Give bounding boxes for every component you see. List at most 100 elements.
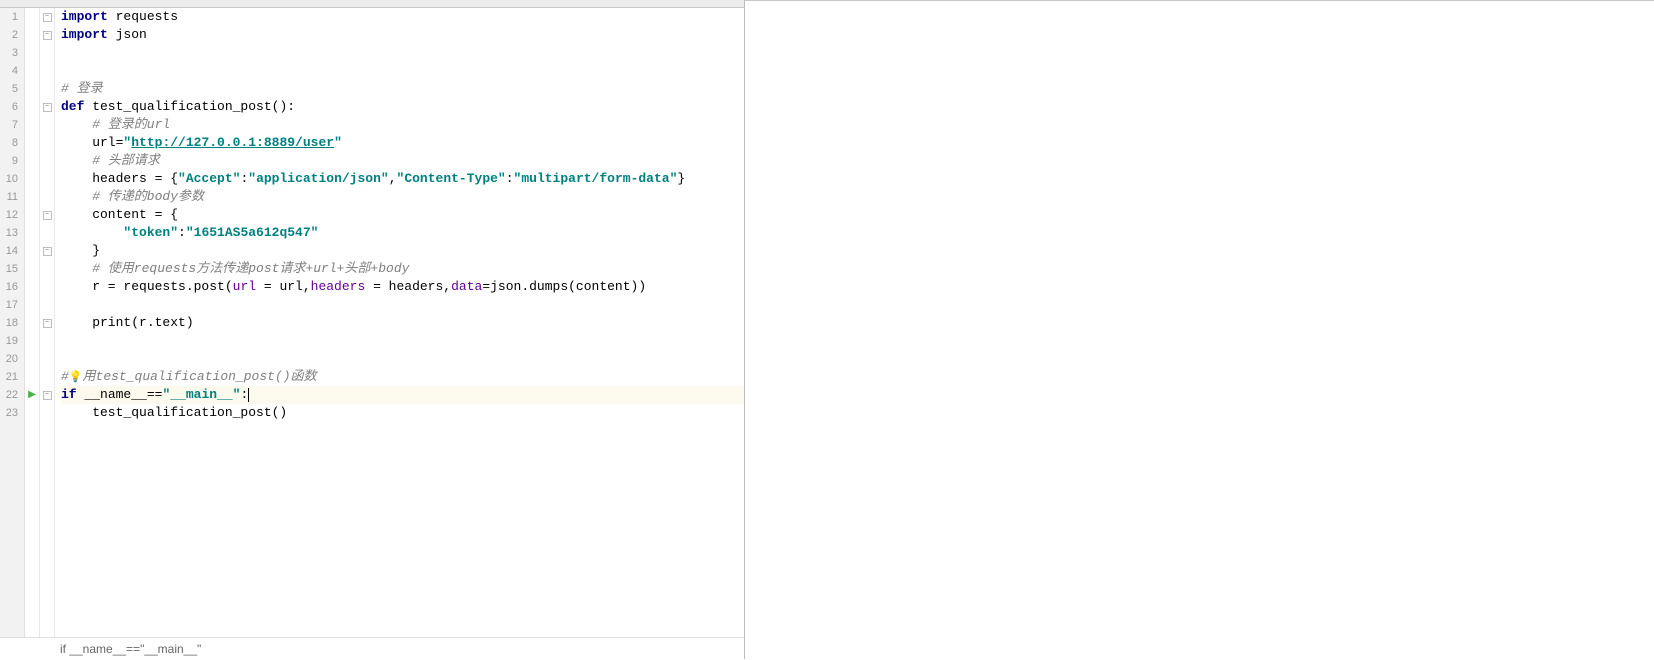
intention-bulb-icon[interactable]: 💡: [69, 372, 83, 384]
fold-toggle-icon[interactable]: −: [40, 314, 54, 332]
line-number[interactable]: 5: [0, 80, 18, 98]
annotation-cell[interactable]: [25, 116, 39, 134]
annotation-cell[interactable]: [25, 404, 39, 422]
line-number[interactable]: 18: [0, 314, 18, 332]
fold-cell[interactable]: [40, 260, 54, 278]
code-line[interactable]: test_qualification_post(): [61, 404, 744, 422]
fold-cell[interactable]: [40, 296, 54, 314]
fold-cell[interactable]: [40, 224, 54, 242]
breadcrumb-bar[interactable]: if __name__=="__main__": [0, 637, 744, 659]
code-area[interactable]: 1234567891011121314151617181920212223 ▶ …: [0, 8, 744, 637]
fold-cell[interactable]: [40, 80, 54, 98]
line-number[interactable]: 3: [0, 44, 18, 62]
fold-toggle-icon[interactable]: −: [40, 386, 54, 404]
line-number[interactable]: 22: [0, 386, 18, 404]
fold-cell[interactable]: [40, 332, 54, 350]
line-number[interactable]: 6: [0, 98, 18, 116]
line-number[interactable]: 1: [0, 8, 18, 26]
line-number[interactable]: 21: [0, 368, 18, 386]
code-line[interactable]: # 使用requests方法传递post请求+url+头部+body: [61, 260, 744, 278]
line-number[interactable]: 17: [0, 296, 18, 314]
code-line[interactable]: [61, 296, 744, 314]
fold-toggle-icon[interactable]: −: [40, 242, 54, 260]
folding-column[interactable]: −−−−−−−: [40, 8, 55, 637]
right-editor-pane[interactable]: [745, 0, 1654, 659]
line-number[interactable]: 20: [0, 350, 18, 368]
annotation-cell[interactable]: [25, 62, 39, 80]
annotation-cell[interactable]: [25, 134, 39, 152]
code-line[interactable]: r = requests.post(url = url,headers = he…: [61, 278, 744, 296]
line-number[interactable]: 12: [0, 206, 18, 224]
annotation-cell[interactable]: [25, 206, 39, 224]
annotation-cell[interactable]: [25, 368, 39, 386]
code-line[interactable]: [61, 332, 744, 350]
fold-cell[interactable]: [40, 188, 54, 206]
fold-toggle-icon[interactable]: −: [40, 26, 54, 44]
code-line[interactable]: # 登录: [61, 80, 744, 98]
annotation-cell[interactable]: [25, 188, 39, 206]
annotation-cell[interactable]: [25, 278, 39, 296]
line-number[interactable]: 9: [0, 152, 18, 170]
line-number[interactable]: 2: [0, 26, 18, 44]
fold-cell[interactable]: [40, 278, 54, 296]
line-number[interactable]: 7: [0, 116, 18, 134]
annotation-cell[interactable]: [25, 152, 39, 170]
line-number[interactable]: 10: [0, 170, 18, 188]
annotation-cell[interactable]: [25, 8, 39, 26]
annotation-cell[interactable]: [25, 242, 39, 260]
annotation-cell[interactable]: [25, 296, 39, 314]
code-line[interactable]: [61, 62, 744, 80]
fold-toggle-icon[interactable]: −: [40, 98, 54, 116]
line-number[interactable]: 16: [0, 278, 18, 296]
line-number[interactable]: 8: [0, 134, 18, 152]
tab-bar[interactable]: [0, 0, 744, 8]
line-number[interactable]: 23: [0, 404, 18, 422]
fold-toggle-icon[interactable]: −: [40, 8, 54, 26]
code-line[interactable]: import requests: [61, 8, 744, 26]
code-line[interactable]: #💡用test_qualification_post()函数: [61, 368, 744, 386]
annotation-cell[interactable]: [25, 314, 39, 332]
code-line[interactable]: print(r.text): [61, 314, 744, 332]
fold-cell[interactable]: [40, 170, 54, 188]
annotation-cell[interactable]: [25, 26, 39, 44]
annotation-cell[interactable]: [25, 260, 39, 278]
annotation-cell[interactable]: [25, 44, 39, 62]
fold-cell[interactable]: [40, 62, 54, 80]
code-line[interactable]: url="http://127.0.0.1:8889/user": [61, 134, 744, 152]
fold-cell[interactable]: [40, 116, 54, 134]
code-line[interactable]: import json: [61, 26, 744, 44]
annotation-cell[interactable]: [25, 98, 39, 116]
code-text-area[interactable]: import requestsimport json # 登录def test_q…: [55, 8, 744, 637]
line-number[interactable]: 14: [0, 242, 18, 260]
line-number[interactable]: 19: [0, 332, 18, 350]
annotation-cell[interactable]: [25, 224, 39, 242]
line-number[interactable]: 15: [0, 260, 18, 278]
fold-cell[interactable]: [40, 368, 54, 386]
code-line[interactable]: headers = {"Accept":"application/json","…: [61, 170, 744, 188]
annotation-cell[interactable]: [25, 80, 39, 98]
fold-toggle-icon[interactable]: −: [40, 206, 54, 224]
code-line[interactable]: [61, 44, 744, 62]
code-line[interactable]: "token":"1651AS5a612q547": [61, 224, 744, 242]
fold-cell[interactable]: [40, 152, 54, 170]
code-line[interactable]: if __name__=="__main__":: [61, 386, 744, 404]
fold-cell[interactable]: [40, 404, 54, 422]
line-number-gutter[interactable]: 1234567891011121314151617181920212223: [0, 8, 25, 637]
code-line[interactable]: content = {: [61, 206, 744, 224]
line-number[interactable]: 13: [0, 224, 18, 242]
fold-cell[interactable]: [40, 134, 54, 152]
fold-cell[interactable]: [40, 44, 54, 62]
annotation-cell[interactable]: [25, 332, 39, 350]
fold-cell[interactable]: [40, 350, 54, 368]
line-number[interactable]: 4: [0, 62, 18, 80]
code-line[interactable]: # 登录的url: [61, 116, 744, 134]
line-number[interactable]: 11: [0, 188, 18, 206]
annotation-cell[interactable]: [25, 350, 39, 368]
annotation-cell[interactable]: [25, 170, 39, 188]
code-line[interactable]: # 传递的body参数: [61, 188, 744, 206]
run-marker-icon[interactable]: ▶: [25, 386, 39, 404]
code-line[interactable]: [61, 350, 744, 368]
code-line[interactable]: }: [61, 242, 744, 260]
code-line[interactable]: def test_qualification_post():: [61, 98, 744, 116]
code-line[interactable]: # 头部请求: [61, 152, 744, 170]
